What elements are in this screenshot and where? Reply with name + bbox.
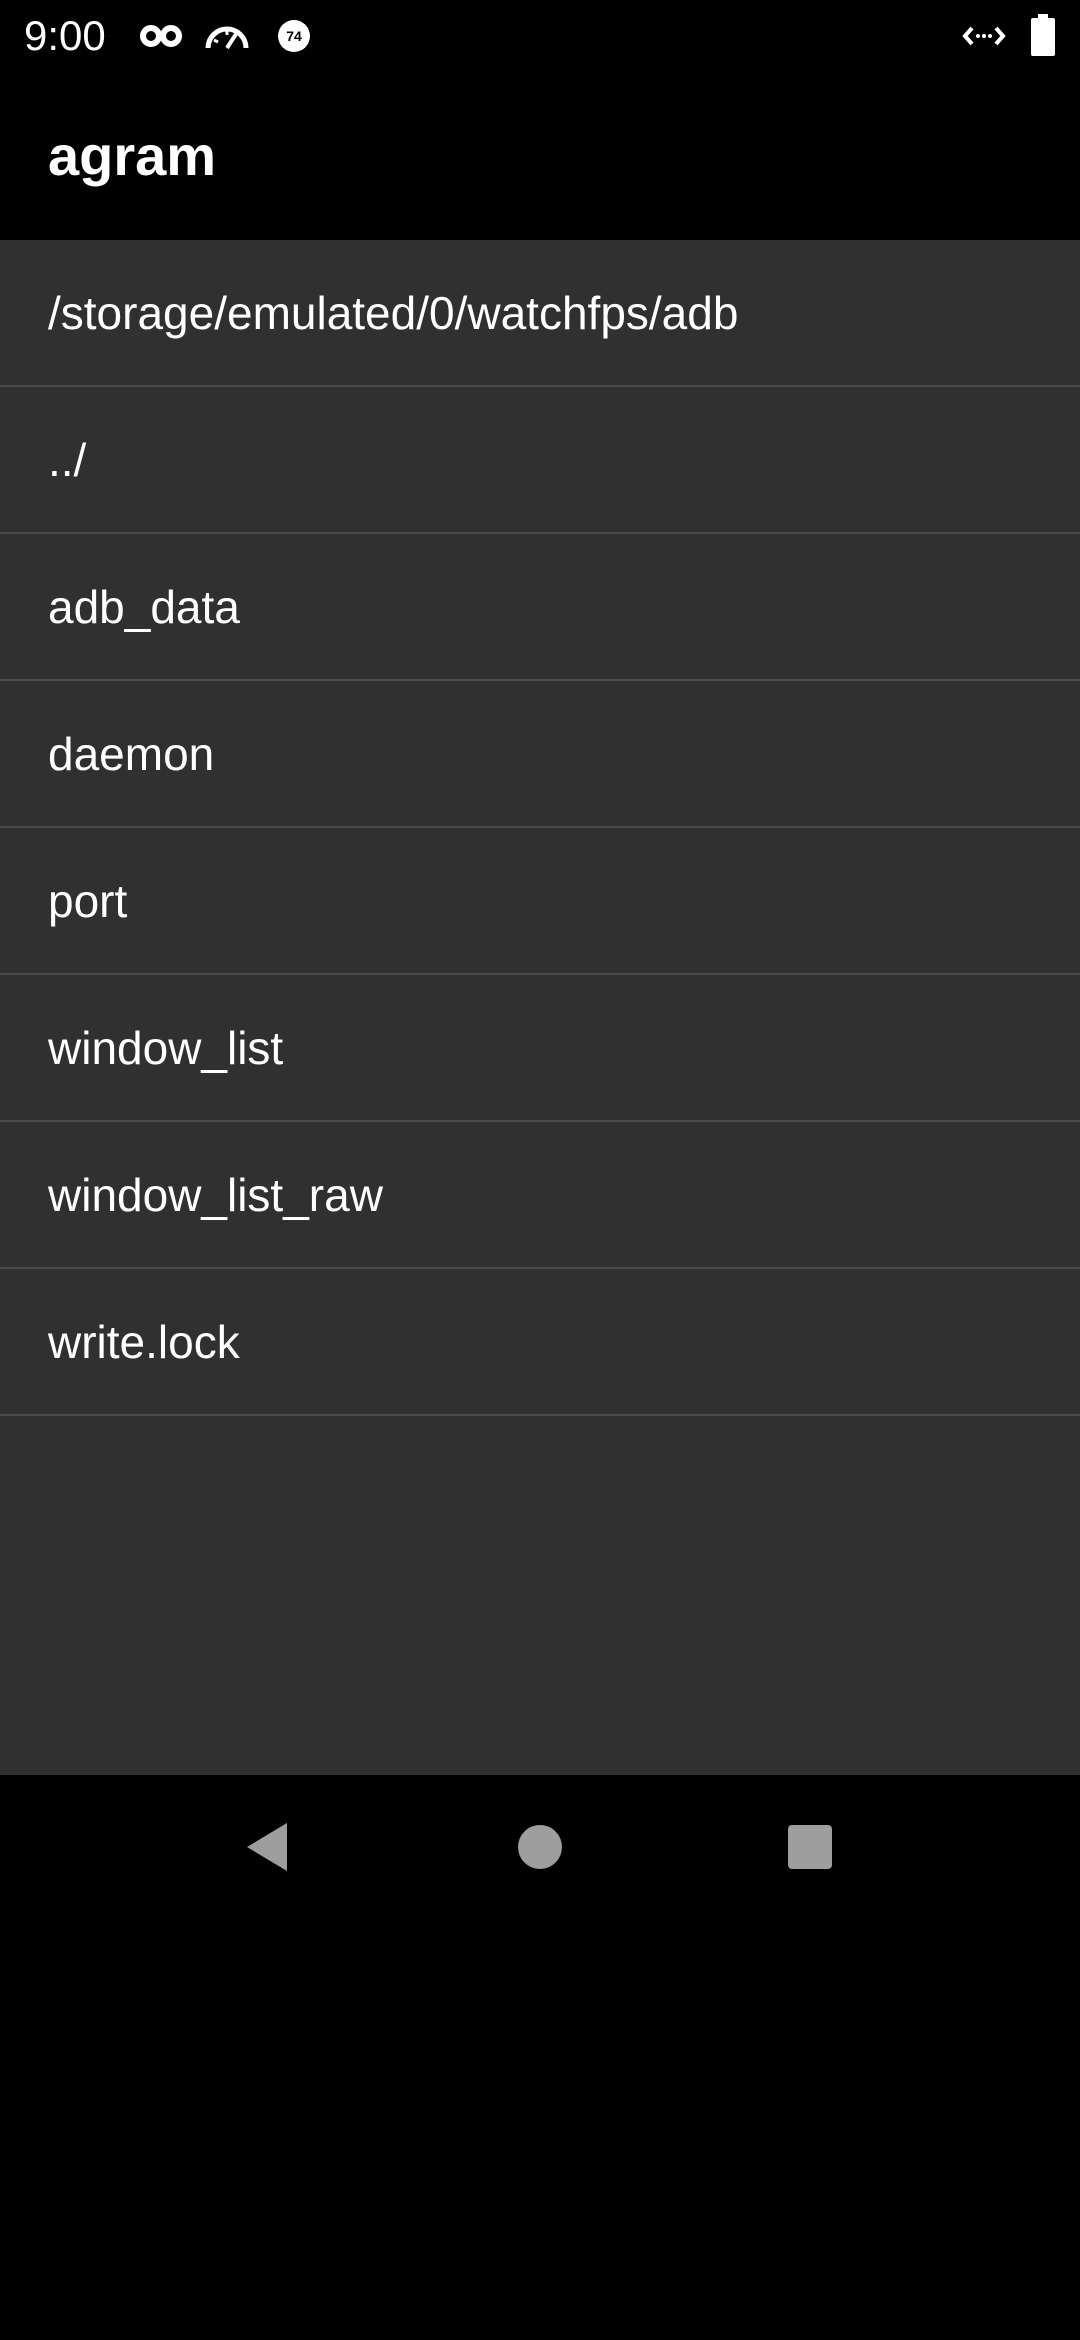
list-item-window-list-raw[interactable]: window_list_raw — [0, 1122, 1080, 1269]
back-button[interactable] — [217, 1797, 317, 1897]
navigation-bar — [0, 1775, 1080, 1920]
list-item-parent-directory[interactable]: ../ — [0, 387, 1080, 534]
list-item-daemon[interactable]: daemon — [0, 681, 1080, 828]
home-icon — [518, 1825, 562, 1869]
list-item-write-lock[interactable]: write.lock — [0, 1269, 1080, 1416]
app-bar: agram — [0, 72, 1080, 240]
back-icon — [247, 1823, 287, 1871]
list-item-label: daemon — [48, 727, 215, 780]
list-item-label: adb_data — [48, 580, 240, 633]
speedometer-icon — [205, 26, 249, 50]
list-item-label: window_list_raw — [48, 1168, 383, 1221]
list-item-port[interactable]: port — [0, 828, 1080, 975]
status-time: 9:00 — [24, 12, 106, 59]
list-item-window-list[interactable]: window_list — [0, 975, 1080, 1122]
file-list: /storage/emulated/0/watchfps/adb ../ adb… — [0, 240, 1080, 1416]
list-item-label: port — [48, 874, 128, 927]
incognito-icon — [140, 25, 182, 47]
badge-number: 74 — [286, 28, 302, 44]
app-title: agram — [48, 124, 217, 187]
list-item-label: write.lock — [48, 1315, 240, 1368]
home-button[interactable] — [490, 1797, 590, 1897]
recents-icon — [788, 1825, 832, 1869]
recents-button[interactable] — [760, 1797, 860, 1897]
battery-icon — [1031, 14, 1055, 56]
status-bar: 9:00 74 — [0, 0, 1080, 72]
list-item-label: window_list — [48, 1021, 284, 1074]
data-transfer-icon — [962, 26, 1006, 46]
current-path-label: /storage/emulated/0/watchfps/adb — [48, 286, 739, 339]
list-item-label: ../ — [48, 433, 87, 486]
badge-74-icon: 74 — [278, 20, 310, 52]
file-browser: /storage/emulated/0/watchfps/adb ../ adb… — [0, 240, 1080, 1775]
current-path-row[interactable]: /storage/emulated/0/watchfps/adb — [0, 240, 1080, 387]
list-item-adb-data[interactable]: adb_data — [0, 534, 1080, 681]
